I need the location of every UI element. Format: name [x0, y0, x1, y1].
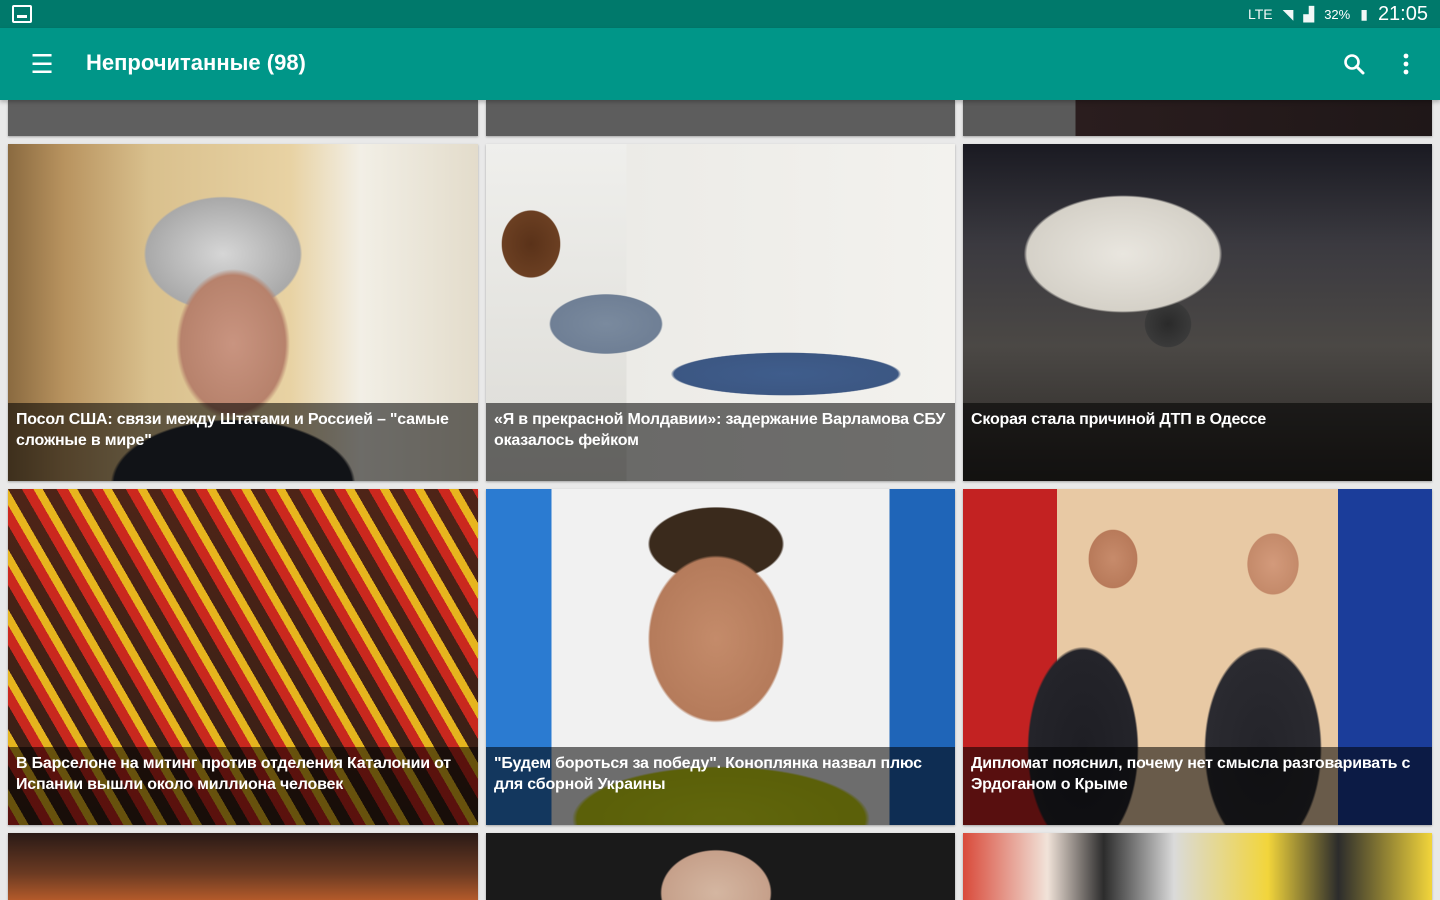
- article-card[interactable]: "Будем бороться за победу". Коноплянка н…: [486, 489, 955, 825]
- signal-icon: ▟: [1303, 5, 1315, 22]
- article-title: Посол США: связи между Штатами и Россией…: [8, 403, 478, 481]
- article-card-partial-top-3[interactable]: [963, 100, 1432, 136]
- article-card-partial-top-2[interactable]: [486, 100, 955, 136]
- menu-icon: ☰: [30, 48, 54, 79]
- search-button[interactable]: [1336, 46, 1372, 82]
- article-title: Дипломат пояснил, почему нет смысла разг…: [963, 747, 1432, 825]
- page-title: Непрочитанные (98): [86, 50, 306, 75]
- article-card-partial-bottom-2[interactable]: [486, 833, 955, 900]
- battery-icon: ▮: [1360, 5, 1368, 22]
- battery-percent: 32%: [1324, 6, 1351, 22]
- wifi-icon: ◥: [1282, 5, 1294, 22]
- status-indicators: LTE ◥ ▟ 32% ▮ 21:05: [1248, 3, 1428, 25]
- article-card[interactable]: В Барселоне на митинг против отделения К…: [8, 489, 478, 825]
- article-card[interactable]: Дипломат пояснил, почему нет смысла разг…: [963, 489, 1432, 825]
- article-image: [486, 833, 955, 900]
- menu-button[interactable]: ☰: [24, 46, 60, 82]
- more-vert-icon: [1403, 53, 1409, 75]
- article-card[interactable]: Посол США: связи между Штатами и Россией…: [8, 144, 478, 481]
- more-options-button[interactable]: [1390, 46, 1422, 82]
- notification-icon: [12, 5, 32, 23]
- app-bar: ☰ Непрочитанные (98): [0, 28, 1440, 100]
- article-title: В Барселоне на митинг против отделения К…: [8, 747, 478, 825]
- article-title: Скорая стала причиной ДТП в Одессе: [963, 403, 1432, 481]
- article-card-partial-top-1[interactable]: [8, 100, 478, 136]
- article-image: [8, 100, 478, 136]
- article-card[interactable]: «Я в прекрасной Молдавии»: задержание Ва…: [486, 144, 955, 481]
- article-title: "Будем бороться за победу". Коноплянка н…: [486, 747, 955, 825]
- article-title: «Я в прекрасной Молдавии»: задержание Ва…: [486, 403, 955, 481]
- article-card-partial-bottom-3[interactable]: [963, 833, 1432, 900]
- article-image: [963, 833, 1432, 900]
- article-card-partial-bottom-1[interactable]: [8, 833, 478, 900]
- article-image: [486, 100, 955, 136]
- article-image: [963, 100, 1432, 136]
- article-card[interactable]: Скорая стала причиной ДТП в Одессе: [963, 144, 1432, 481]
- search-icon: [1344, 54, 1365, 75]
- clock: 21:05: [1377, 2, 1428, 25]
- article-image: [8, 833, 478, 900]
- lte-icon: LTE: [1247, 6, 1273, 22]
- status-bar: LTE ◥ ▟ 32% ▮ 21:05: [0, 0, 1440, 28]
